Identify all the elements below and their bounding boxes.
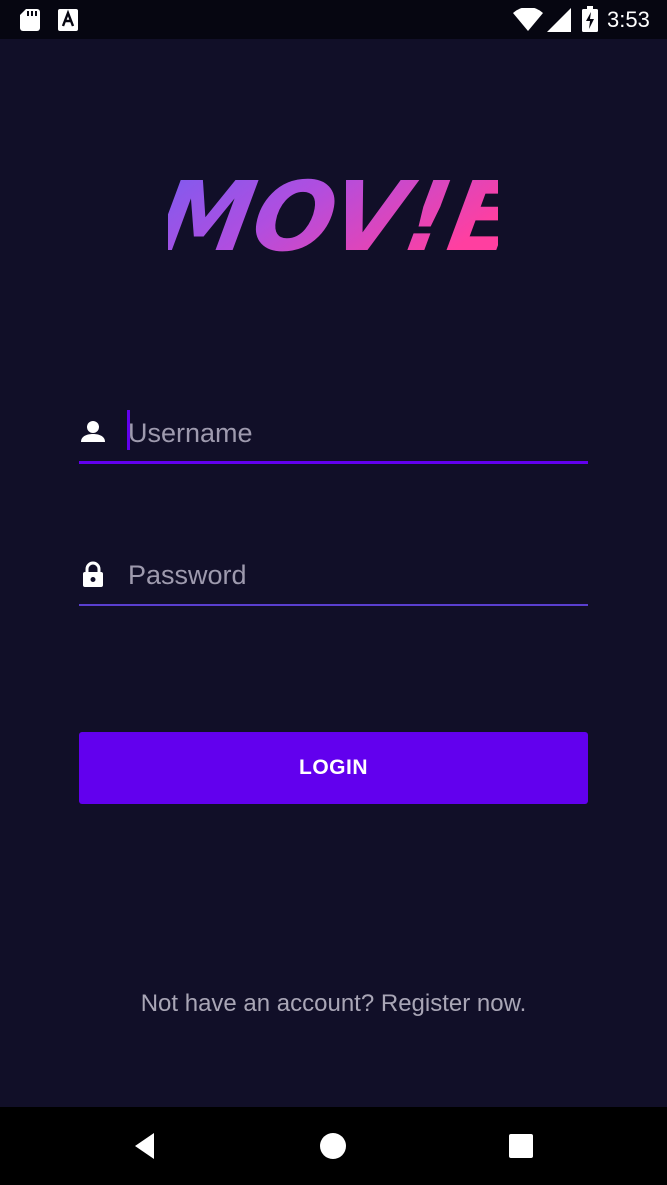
navigation-bar	[0, 1107, 667, 1185]
status-bar: 3:53	[0, 0, 667, 39]
username-field	[79, 402, 588, 464]
logo-text: MOV!E	[168, 161, 498, 270]
wifi-icon	[513, 8, 543, 31]
password-field	[79, 544, 588, 606]
back-icon[interactable]	[130, 1130, 162, 1162]
lock-icon	[83, 561, 103, 587]
username-input[interactable]	[128, 408, 578, 458]
password-underline	[79, 604, 588, 606]
signal-icon	[547, 8, 571, 32]
person-icon	[81, 421, 105, 442]
status-clock: 3:53	[607, 7, 650, 32]
text-cursor	[127, 410, 130, 450]
a11y-icon	[58, 9, 78, 31]
register-link[interactable]: Not have an account? Register now.	[0, 990, 667, 1018]
login-button[interactable]: LOGIN	[79, 732, 588, 804]
sd-card-icon	[20, 9, 40, 31]
recents-icon[interactable]	[505, 1130, 537, 1162]
password-input[interactable]	[128, 550, 578, 600]
username-underline	[79, 461, 588, 464]
battery-charging-icon	[582, 6, 598, 32]
app-logo: MOV!E	[168, 161, 498, 270]
home-icon[interactable]	[317, 1130, 349, 1162]
